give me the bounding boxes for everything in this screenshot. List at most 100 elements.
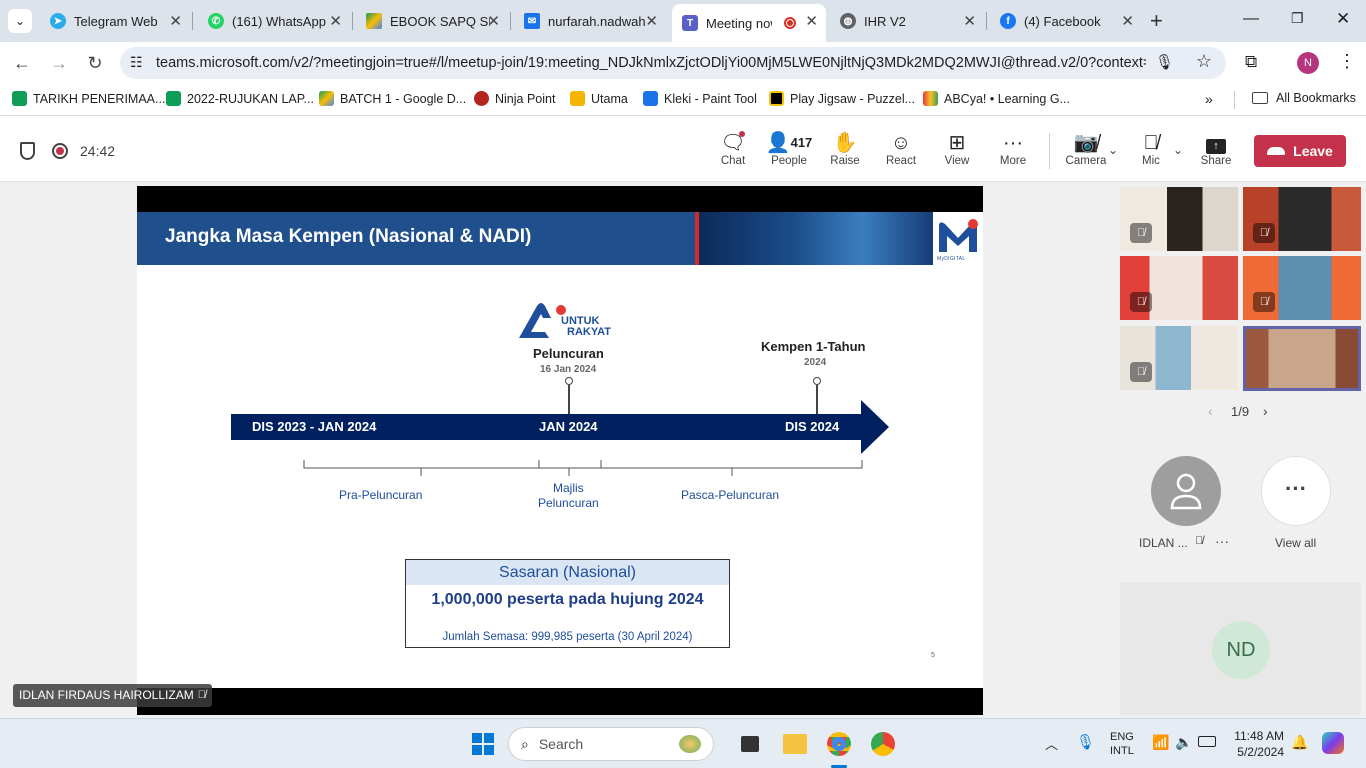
bookmark-star-icon[interactable]: ☆	[1196, 51, 1212, 72]
camera-button[interactable]: 📷̸ Camera	[1058, 131, 1114, 167]
ninja-icon	[474, 91, 489, 106]
telegram-icon: ➤	[50, 13, 66, 29]
close-icon[interactable]: ✕	[1121, 12, 1134, 30]
address-bar[interactable]: ☷ teams.microsoft.com/v2/?meetingjoin=tr…	[120, 47, 1226, 79]
raise-hand-button[interactable]: ✋ Raise	[817, 131, 873, 167]
forward-button[interactable]: →	[46, 50, 72, 76]
participant-video[interactable]: 🎙̸	[1120, 256, 1238, 320]
bookmarks-bar: TARIKH PENERIMAA... 2022-RUJUKAN LAP... …	[0, 84, 1366, 116]
close-icon[interactable]: ✕	[169, 12, 182, 30]
tab-outlook[interactable]: ✉ nurfarah.nadwah ✕	[514, 6, 666, 36]
tab-telegram[interactable]: ➤ Telegram Web ✕	[40, 6, 190, 36]
participant-more-icon[interactable]: ···	[1215, 533, 1229, 549]
tab-title: nurfarah.nadwah	[548, 13, 646, 29]
bookmark-item[interactable]: Utama	[570, 91, 628, 106]
bookmark-item[interactable]: Ninja Point	[474, 91, 555, 106]
view-all-button[interactable]: ···	[1261, 456, 1331, 526]
bookmark-item[interactable]: Play Jigsaw - Puzzel...	[769, 91, 915, 106]
participant-avatar[interactable]	[1151, 456, 1221, 526]
bookmark-item[interactable]: BATCH 1 - Google D...	[319, 91, 466, 106]
clock-time: 11:48 AM	[1234, 729, 1284, 743]
ellipsis-icon: ···	[1003, 132, 1023, 154]
tab-search-button[interactable]: ⌄	[8, 9, 32, 33]
tab-ebook[interactable]: EBOOK SAPQ SE ✕	[356, 6, 508, 36]
new-tab-button[interactable]: +	[1150, 8, 1163, 34]
leave-button[interactable]: Leave	[1254, 135, 1346, 167]
more-button[interactable]: ··· More	[985, 131, 1041, 167]
bookmark-item[interactable]: ABCya! • Learning G...	[923, 91, 1070, 106]
wifi-icon[interactable]: 📶	[1152, 734, 1169, 751]
extensions-icon[interactable]: ⧉	[1245, 52, 1257, 72]
search-icon: ⌕	[521, 735, 529, 752]
close-icon[interactable]: ✕	[487, 12, 500, 30]
language-indicator[interactable]: ENG INTL	[1110, 730, 1134, 758]
microphone-icon[interactable]: 🎙	[1155, 53, 1174, 71]
mic-off-icon: 🎙̸	[1195, 535, 1204, 547]
browser-menu-icon[interactable]: ⋮	[1338, 51, 1356, 72]
camera-label: Camera	[1065, 155, 1107, 167]
chevron-down-icon[interactable]: ⌄	[1108, 143, 1118, 157]
windows-start-icon[interactable]	[472, 733, 494, 755]
all-bookmarks-button[interactable]: All Bookmarks	[1252, 91, 1356, 105]
mic-off-icon: 🎙̸	[1130, 362, 1152, 382]
notification-bell-icon[interactable]: 🔔	[1291, 734, 1308, 751]
phase-post-label: Pasca-Peluncuran	[681, 488, 780, 502]
minimize-button[interactable]: —	[1243, 10, 1259, 28]
tab-title: (161) WhatsApp	[232, 13, 326, 29]
reload-button[interactable]: ↻	[82, 50, 108, 76]
leave-label: Leave	[1293, 143, 1333, 159]
site-info-icon[interactable]: ☷	[130, 54, 143, 71]
back-button[interactable]: ←	[9, 50, 35, 76]
chrome-profile-icon[interactable]	[871, 732, 895, 756]
bookmark-item[interactable]: 2022-RUJUKAN LAP...	[166, 91, 314, 106]
self-video[interactable]	[1243, 326, 1361, 391]
bookmark-item[interactable]: Kleki - Paint Tool	[643, 91, 757, 106]
copilot-icon[interactable]	[1322, 732, 1344, 754]
bookmark-label: 2022-RUJUKAN LAP...	[187, 91, 314, 106]
task-view-icon[interactable]	[741, 736, 759, 752]
more-bookmarks-button[interactable]: »	[1205, 91, 1213, 107]
sheets-icon	[166, 91, 181, 106]
chevron-up-icon[interactable]: ︿	[1045, 734, 1058, 753]
campaign-year: 2024	[804, 357, 827, 368]
banner-image	[695, 212, 933, 265]
bookmark-item[interactable]: TARIKH PENERIMAA...	[12, 91, 165, 106]
chat-button[interactable]: 🗨 Chat	[705, 131, 761, 167]
react-button[interactable]: ☺ React	[873, 131, 929, 167]
close-icon[interactable]: ✕	[963, 12, 976, 30]
mic-off-icon: 🎙̸	[1130, 292, 1152, 312]
people-button[interactable]: 👤417 People	[761, 131, 817, 167]
tab-facebook[interactable]: f (4) Facebook ✕	[990, 6, 1142, 36]
tab-ihr[interactable]: ◍ IHR V2 ✕	[830, 6, 984, 36]
clock[interactable]: 11:48 AM 5/2/2024	[1226, 728, 1284, 760]
taskbar-search[interactable]: ⌕ Search	[508, 727, 714, 761]
globe-icon: ◍	[840, 13, 856, 29]
participant-video[interactable]: 🎙̸	[1243, 187, 1361, 251]
close-icon[interactable]: ✕	[645, 12, 658, 30]
microphone-icon[interactable]: 🎙	[1076, 733, 1095, 751]
file-explorer-icon[interactable]	[783, 734, 807, 754]
prev-page-button[interactable]: ‹	[1208, 403, 1213, 419]
participant-video[interactable]: 🎙̸	[1120, 187, 1238, 251]
share-button[interactable]: ↑ Share	[1188, 131, 1244, 167]
next-page-button[interactable]: ›	[1263, 403, 1268, 419]
chrome-icon[interactable]	[827, 732, 851, 756]
chevron-down-icon[interactable]: ⌄	[1173, 143, 1183, 157]
battery-icon[interactable]	[1198, 736, 1216, 747]
shield-icon[interactable]	[20, 142, 35, 160]
window-close-button[interactable]: ✕	[1336, 9, 1350, 29]
search-label: Search	[538, 736, 584, 752]
share-label: Share	[1200, 155, 1232, 167]
close-icon[interactable]: ✕	[329, 12, 342, 30]
mic-button[interactable]: 🎙̸ Mic	[1123, 131, 1179, 167]
participant-video[interactable]: 🎙̸	[1243, 256, 1361, 320]
restore-button[interactable]: ❐	[1291, 10, 1304, 27]
close-icon[interactable]: ✕	[805, 12, 818, 30]
tab-teams-meeting[interactable]: T Meeting now ✕	[672, 4, 826, 42]
volume-icon[interactable]: 🔈	[1175, 734, 1192, 751]
view-button[interactable]: ⊞ View	[929, 131, 985, 167]
browser-toolbar: ← → ↻ ☷ teams.microsoft.com/v2/?meetingj…	[0, 42, 1366, 84]
tab-whatsapp[interactable]: ✆ (161) WhatsApp ✕	[198, 6, 350, 36]
participant-video[interactable]: 🎙̸	[1120, 326, 1238, 390]
profile-avatar[interactable]: N	[1297, 52, 1319, 74]
